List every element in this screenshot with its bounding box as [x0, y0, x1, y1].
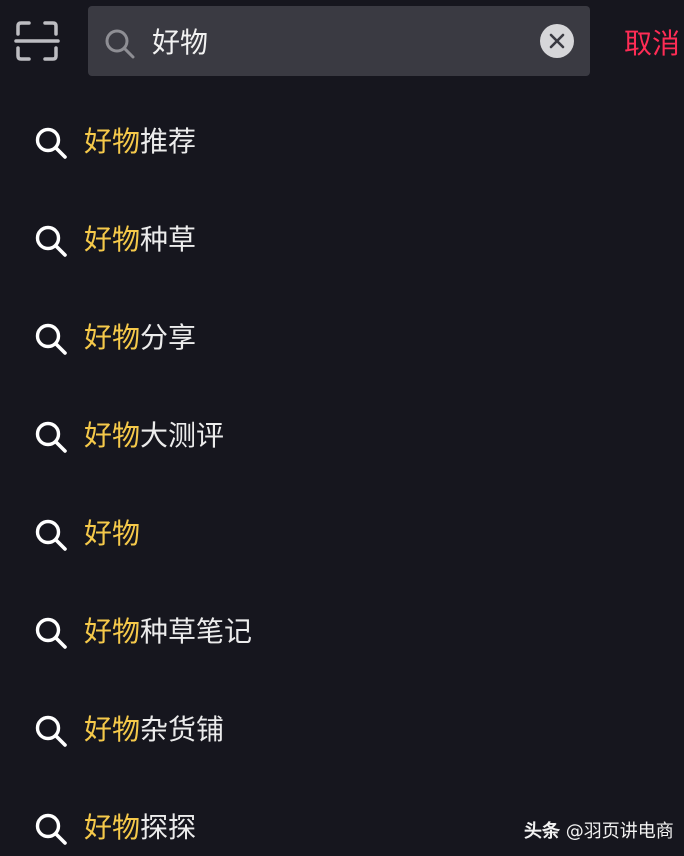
suggestion-rest: 种草 — [140, 223, 197, 256]
search-icon — [35, 323, 67, 355]
watermark-author: @羽页讲电商 — [565, 821, 674, 842]
suggestion-text: 好物大测评 — [84, 416, 224, 456]
suggestion-item[interactable]: 好物种草 — [0, 192, 684, 290]
search-icon — [35, 519, 67, 551]
suggestion-text: 好物杂货铺 — [84, 710, 224, 750]
suggestion-highlight: 好物 — [84, 615, 141, 648]
suggestion-item[interactable]: 好物 — [0, 486, 684, 584]
suggestion-rest: 杂货铺 — [140, 713, 225, 746]
suggestion-item[interactable]: 好物大测评 — [0, 388, 684, 486]
suggestion-text: 好物推荐 — [84, 122, 196, 162]
search-top-bar: 取消 — [0, 0, 684, 86]
suggestion-highlight: 好物 — [84, 517, 141, 550]
search-box — [88, 6, 590, 76]
cancel-button[interactable]: 取消 — [624, 22, 684, 66]
suggestion-item[interactable]: 好物种草笔记 — [0, 584, 684, 682]
suggestion-text: 好物分享 — [84, 318, 196, 358]
search-screen: 取消 好物推荐 好物种草 好物分享 — [0, 0, 684, 856]
suggestion-highlight: 好物 — [84, 811, 141, 844]
watermark: 头条 @羽页讲电商 — [524, 818, 674, 846]
clear-icon — [549, 33, 565, 49]
suggestion-text: 好物种草笔记 — [84, 612, 252, 652]
search-input[interactable] — [152, 18, 512, 64]
suggestion-highlight: 好物 — [84, 223, 141, 256]
suggestion-text: 好物种草 — [84, 220, 196, 260]
suggestion-text: 好物 — [84, 514, 140, 554]
suggestion-item[interactable]: 好物杂货铺 — [0, 682, 684, 780]
suggestion-rest: 探探 — [140, 811, 197, 844]
suggestion-rest: 分享 — [140, 321, 197, 354]
search-icon — [35, 715, 67, 747]
search-icon — [35, 813, 67, 845]
scan-icon — [14, 21, 60, 61]
suggestion-highlight: 好物 — [84, 419, 141, 452]
suggestion-highlight: 好物 — [84, 125, 141, 158]
watermark-brand: 头条 — [524, 821, 560, 842]
suggestion-rest: 推荐 — [140, 125, 197, 158]
suggestion-text: 好物探探 — [84, 808, 196, 848]
clear-search-button[interactable] — [540, 24, 574, 58]
suggestion-highlight: 好物 — [84, 321, 141, 354]
search-icon — [35, 617, 67, 649]
search-icon — [35, 225, 67, 257]
suggestion-rest: 大测评 — [140, 419, 225, 452]
suggestion-highlight: 好物 — [84, 713, 141, 746]
search-icon — [35, 421, 67, 453]
suggestion-item[interactable]: 好物分享 — [0, 290, 684, 388]
scan-button[interactable] — [14, 20, 60, 62]
search-icon — [35, 127, 67, 159]
search-icon — [105, 29, 135, 59]
suggestion-rest: 种草笔记 — [140, 615, 253, 648]
suggestion-item[interactable]: 好物推荐 — [0, 94, 684, 192]
suggestion-list: 好物推荐 好物种草 好物分享 好物大测评 好物 好物种草笔记 好物杂货铺 好物探… — [0, 94, 684, 856]
